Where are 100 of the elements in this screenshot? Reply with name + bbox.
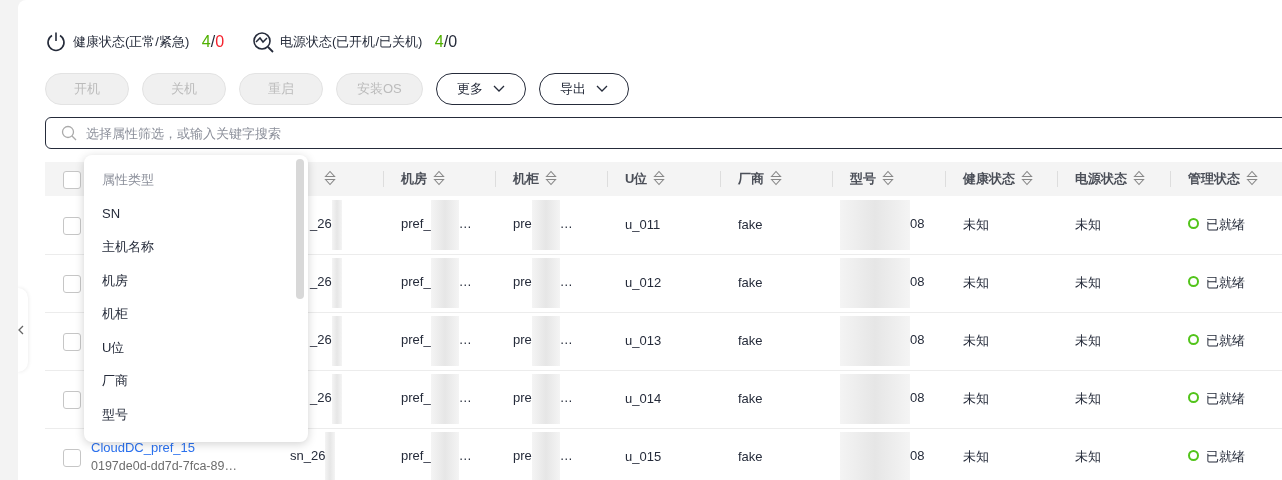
- table-cell: fake: [738, 217, 763, 232]
- host-id: 0197de0d-dd7d-7fca-89…: [91, 458, 238, 476]
- collapse-handle[interactable]: [18, 288, 28, 372]
- row-checkbox[interactable]: [63, 390, 81, 409]
- column-header: U位: [625, 171, 648, 187]
- sort-icon[interactable]: [1133, 170, 1145, 187]
- table-cell: u_015: [625, 449, 662, 465]
- search-field[interactable]: 选择属性筛选，或输入关键字搜索: [45, 117, 1282, 149]
- dropdown-item[interactable]: 机柜: [84, 297, 308, 331]
- dropdown-heading: 属性类型: [101, 171, 155, 189]
- redacted-block: [331, 199, 342, 250]
- redacted-block: [840, 374, 910, 424]
- redacted-block: [430, 374, 459, 424]
- table-cell: 未知: [1075, 333, 1101, 349]
- dropdown-item[interactable]: 机房: [84, 263, 308, 297]
- redacted-block: [430, 432, 459, 480]
- row-checkbox[interactable]: [63, 216, 81, 235]
- row-checkbox[interactable]: [63, 274, 81, 293]
- table-cell: pre: [513, 216, 532, 232]
- stat-count: 4/0: [434, 32, 458, 52]
- table-cell: fake: [738, 449, 763, 465]
- table-cell: u_013: [625, 333, 662, 349]
- redacted-block: [531, 199, 560, 250]
- redacted-block: [840, 432, 910, 480]
- table-cell: 未知: [963, 217, 989, 232]
- table-cell: pref_: [401, 216, 431, 232]
- table-cell: pre: [513, 332, 532, 348]
- stat-label: 健康状态(正常/紧急): [73, 33, 190, 52]
- table-cell: 08: [910, 448, 925, 464]
- sort-icon[interactable]: [324, 170, 336, 187]
- table-cell: 未知: [1075, 275, 1101, 291]
- scrollbar[interactable]: [296, 159, 304, 299]
- host-link[interactable]: CloudDC_pref_15: [91, 437, 272, 458]
- redacted-block: [430, 258, 459, 308]
- status-text: 已就绪: [1205, 275, 1245, 291]
- status-text: 已就绪: [1205, 333, 1245, 349]
- redacted-block: [840, 316, 910, 366]
- table-cell: …: [559, 274, 573, 290]
- select-all-checkbox[interactable]: [63, 170, 81, 189]
- table-cell: 未知: [1075, 391, 1101, 407]
- column-header: 电源状态: [1075, 171, 1127, 187]
- sort-icon[interactable]: [545, 170, 557, 187]
- dropdown-button[interactable]: 导出: [538, 73, 629, 105]
- sort-icon[interactable]: [1246, 170, 1258, 187]
- stat-count: 4/0: [201, 32, 225, 52]
- power-icon: [45, 31, 67, 53]
- redacted-block: [430, 199, 459, 250]
- sort-icon[interactable]: [882, 170, 894, 187]
- redacted-block: [531, 432, 560, 480]
- sort-icon[interactable]: [433, 170, 445, 187]
- table-cell: _26: [310, 274, 332, 290]
- stat-label: 电源状态(已开机/已关机): [280, 33, 423, 52]
- dropdown-item[interactable]: 型号: [84, 397, 308, 431]
- table-cell: …: [458, 332, 472, 348]
- table-cell: pref_: [401, 390, 431, 406]
- table-cell: …: [458, 216, 472, 232]
- table-cell: pref_: [401, 448, 431, 464]
- table-cell: 未知: [963, 449, 989, 465]
- redacted-block: [531, 374, 560, 424]
- table-cell: 未知: [963, 275, 989, 291]
- table-cell: 08: [910, 274, 925, 290]
- row-checkbox[interactable]: [63, 332, 81, 351]
- redacted-block: [331, 258, 342, 308]
- table-cell: …: [458, 274, 472, 290]
- row-checkbox[interactable]: [63, 448, 81, 467]
- table-cell: fake: [738, 391, 763, 407]
- redacted-block: [531, 258, 560, 308]
- status-text: 已就绪: [1205, 449, 1245, 465]
- column-header: 机柜: [513, 171, 539, 187]
- table-cell: 未知: [963, 391, 989, 407]
- table-cell: u_014: [625, 391, 662, 407]
- dropdown-item[interactable]: U位: [84, 330, 308, 364]
- dropdown-item[interactable]: 主机名称: [84, 230, 308, 264]
- dropdown-button[interactable]: 更多: [435, 73, 526, 105]
- table-cell: _26: [310, 216, 332, 232]
- redacted-block: [430, 316, 459, 366]
- table-cell: …: [559, 332, 573, 348]
- search-icon: [61, 125, 77, 141]
- sort-icon[interactable]: [770, 170, 782, 187]
- status-text: 已就绪: [1205, 391, 1245, 407]
- table-cell: pre: [513, 448, 532, 464]
- table-cell: pref_: [401, 332, 431, 348]
- redacted-block: [531, 316, 560, 366]
- table-cell: _26: [310, 332, 332, 348]
- sort-icon[interactable]: [653, 170, 666, 187]
- redacted-block: [840, 258, 910, 308]
- table-cell: …: [458, 390, 472, 406]
- dropdown-item[interactable]: SN: [84, 196, 308, 230]
- pulse-magnifier-icon: [252, 31, 275, 53]
- redacted-block: [331, 374, 342, 424]
- table-cell: 未知: [963, 333, 989, 349]
- table-cell: …: [559, 216, 573, 232]
- table-cell: sn_26: [290, 448, 326, 464]
- table-cell: fake: [738, 275, 763, 291]
- table-cell: u_012: [625, 275, 662, 291]
- sort-icon[interactable]: [1021, 170, 1033, 187]
- table-cell: pre: [513, 274, 532, 290]
- redacted-block: [840, 199, 910, 250]
- column-header: 机房: [401, 171, 427, 187]
- dropdown-item[interactable]: 厂商: [84, 364, 308, 398]
